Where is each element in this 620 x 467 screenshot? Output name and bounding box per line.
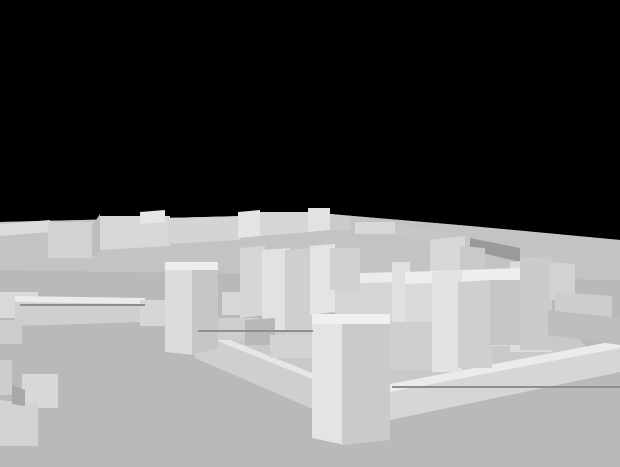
front-gate-tower bbox=[312, 314, 390, 445]
left-square-tower bbox=[165, 262, 218, 355]
castle-viewport[interactable] bbox=[0, 0, 620, 467]
